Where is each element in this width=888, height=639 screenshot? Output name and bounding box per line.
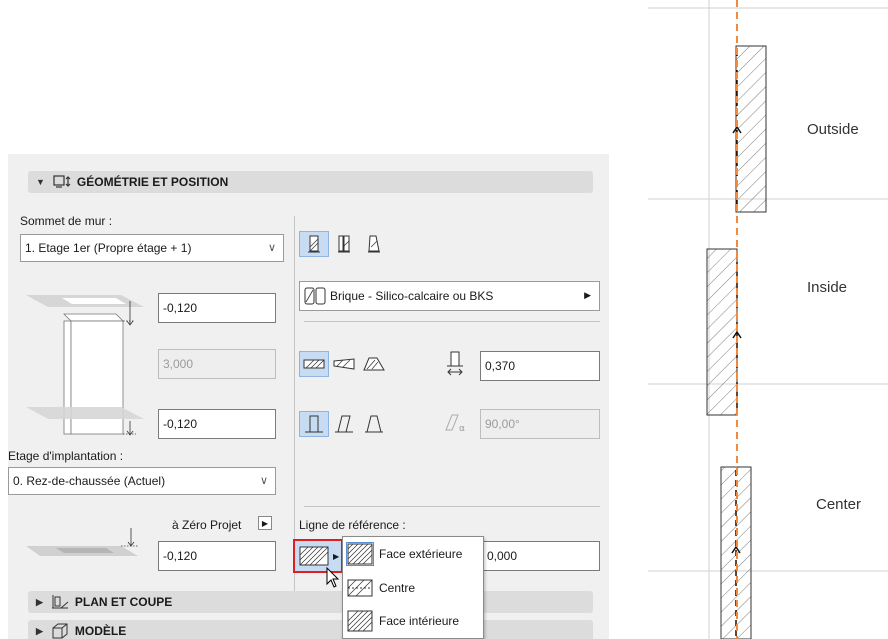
inside-wall-section [706,248,738,416]
wall-thickness-icon [447,351,463,376]
project-zero-menu-button[interactable]: ▶ [258,516,272,530]
option-center[interactable]: Centre [343,573,483,603]
diagram-label-inside: Inside [807,279,847,296]
center-icon [347,579,373,597]
home-story-value: 0. Rez-de-chaussée (Actuel) [13,474,166,488]
wall-height-value: 3,000 [163,357,194,371]
project-zero-value: -0,120 [163,549,198,563]
project-zero-label: à Zéro Projet [172,518,242,532]
option-inside-face[interactable]: Face intérieure [343,606,483,636]
basic-profile-button[interactable] [299,351,329,377]
bottom-offset-input[interactable]: -0,120 [158,409,276,439]
basic-profile-icon [303,359,325,369]
wall-top-value: 1. Etage 1er (Propre étage + 1) [25,241,192,255]
reference-offset-input[interactable]: 0,000 [480,541,600,571]
reference-line-diagram: Outside Inside Center [640,0,888,639]
material-select[interactable]: Brique - Silico-calcaire ou BKS ▶ [299,281,600,311]
option-label: Centre [379,581,416,595]
reference-line-dropdown: Face extérieure Centre Face intérieure [342,536,484,639]
trapezoid-wall-button[interactable] [329,231,359,257]
floor-plan-section-icon [51,595,69,609]
slanted-profile-icon [333,358,355,370]
wall-elevation-illustration [26,295,144,436]
straight-wall-icon [308,235,320,253]
material-value: Brique - Silico-calcaire ou BKS [330,289,494,303]
trapezoid-wall-icon [338,235,350,253]
composite-material-icon [304,287,326,305]
picker-arrow-icon: ▶ [333,551,340,561]
collapse-triangle-icon[interactable]: ▼ [36,177,45,187]
double-slanted-wall-icon [365,415,383,433]
home-story-select[interactable]: 0. Rez-de-chaussée (Actuel) ∨ [8,467,276,495]
slanted-wall-button[interactable] [329,411,359,437]
vertical-wall-icon [305,415,323,433]
project-zero-input[interactable]: -0,120 [158,541,276,571]
option-outside-face[interactable]: Face extérieure [343,539,483,569]
vertical-wall-button[interactable] [299,411,329,437]
mouse-cursor-icon [326,567,340,588]
inclination-angle-icon: α [445,414,465,433]
chevron-down-icon: ∨ [267,242,276,254]
angle-value: 90,00° [485,417,520,431]
angle-input: 90,00° [480,409,600,439]
home-story-label: Etage d'implantation : [8,449,124,463]
section-plan-title: PLAN ET COUPE [74,595,173,609]
3d-model-icon [52,623,68,639]
double-slanted-wall-button[interactable] [359,411,389,437]
thickness-input[interactable]: 0,370 [480,351,600,381]
outside-face-icon [346,542,374,566]
section-geometry-header[interactable]: ▼ GÉOMÉTRIE ET POSITION [28,171,593,193]
geometry-position-icon [53,175,71,188]
section-geometry-title: GÉOMÉTRIE ET POSITION [76,175,229,189]
complex-profile-icon [363,357,385,371]
polygonal-wall-icon [368,235,380,253]
section-model-title: MODÈLE [74,624,127,638]
outside-wall-section [735,45,767,213]
wall-height-input: 3,000 [158,349,276,379]
submenu-arrow-icon: ▶ [584,290,591,300]
top-offset-value: -0,120 [163,301,198,315]
chevron-down-icon: ∨ [259,475,268,487]
expand-triangle-icon[interactable]: ▶ [36,597,43,608]
svg-text:α: α [459,424,465,433]
diagram-label-outside: Outside [807,121,859,138]
section-model-header[interactable]: ▶ MODÈLE [28,620,593,639]
separator [304,506,600,507]
separator [304,321,600,322]
thickness-value: 0,370 [485,359,516,373]
complex-profile-button[interactable] [359,351,389,377]
top-offset-input[interactable]: -0,120 [158,293,276,323]
settings-panel: ▼ GÉOMÉTRIE ET POSITION Sommet de mur : … [8,154,609,639]
wall-top-label: Sommet de mur : [20,214,113,228]
reference-line-label: Ligne de référence : [299,518,406,532]
project-zero-illustration [26,528,138,556]
reference-line-diagram-svg: Outside Inside Center [648,0,888,639]
outside-face-icon [299,546,329,566]
straight-wall-button[interactable] [299,231,329,257]
slanted-wall-icon [335,415,353,433]
option-label: Face intérieure [379,614,460,628]
diagram-label-center: Center [816,496,861,513]
slanted-profile-button[interactable] [329,351,359,377]
polygonal-wall-button[interactable] [359,231,389,257]
section-plan-header[interactable]: ▶ PLAN ET COUPE [28,591,593,613]
expand-triangle-icon[interactable]: ▶ [36,626,43,637]
inside-face-icon [347,610,373,632]
option-label: Face extérieure [379,547,463,561]
bottom-offset-value: -0,120 [163,417,198,431]
reference-offset-value: 0,000 [487,549,518,563]
wall-top-select[interactable]: 1. Etage 1er (Propre étage + 1) ∨ [20,234,284,262]
